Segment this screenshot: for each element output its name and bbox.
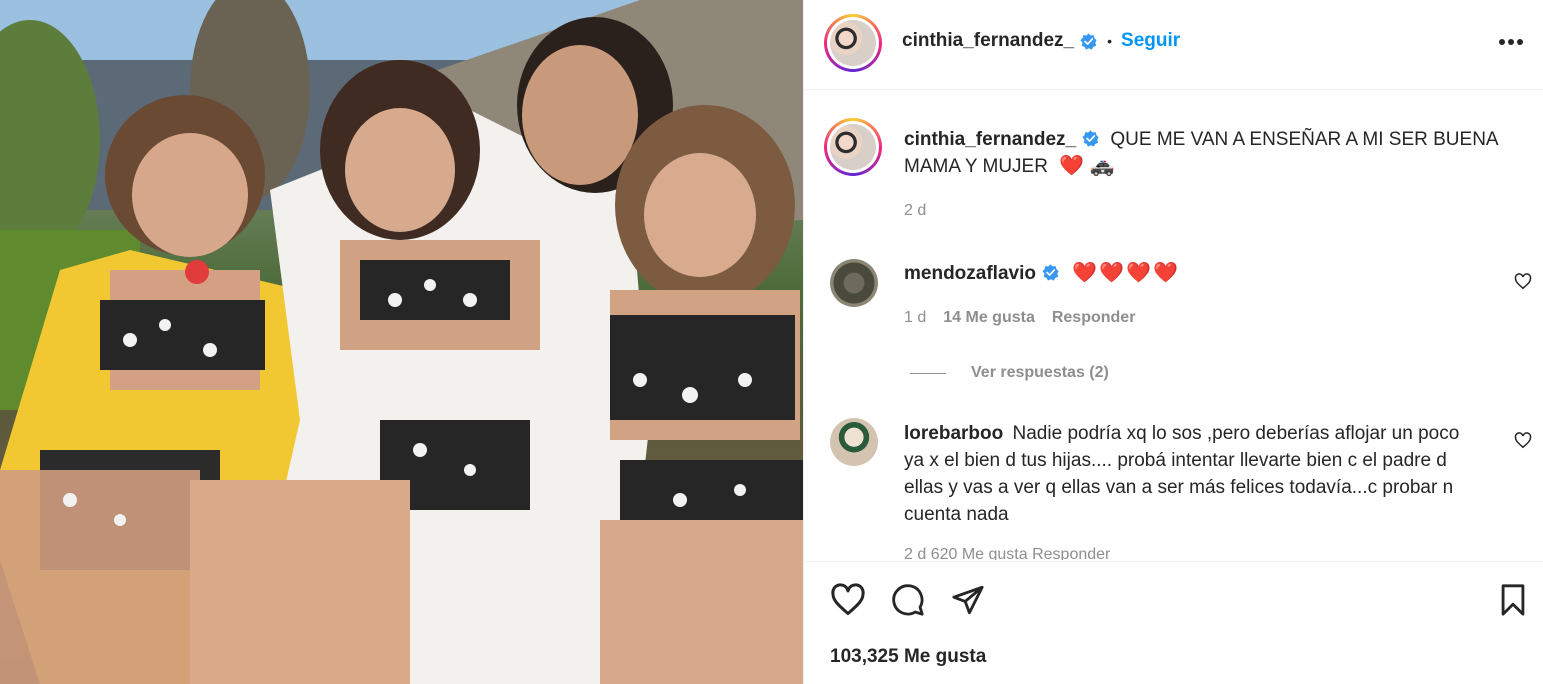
heart-icon[interactable]	[830, 583, 866, 617]
post-side-panel: cinthia_fernandez_ • Seguir cinthia_fern…	[803, 0, 1543, 684]
comment-meta-partial: 2 d 620 Me gusta Responder	[904, 546, 1111, 560]
like-count[interactable]: 103,325 Me gusta	[830, 646, 986, 668]
dot-separator: •	[1107, 33, 1113, 49]
comment-like-icon[interactable]	[1514, 432, 1532, 449]
author-username[interactable]: cinthia_fernandez_	[902, 30, 1074, 52]
caption-username[interactable]: cinthia_fernandez_	[904, 129, 1076, 150]
view-replies-label[interactable]: Ver respuestas (2)	[971, 364, 1109, 382]
header-divider	[804, 89, 1543, 90]
follow-button[interactable]: Seguir	[1121, 30, 1180, 52]
comment-meta: 1 d 14 Me gusta Responder	[904, 309, 1464, 327]
reply-button[interactable]: Responder	[1052, 309, 1136, 327]
caption-emojis: ❤️ 🚓	[1059, 155, 1115, 177]
actions-divider	[804, 561, 1543, 562]
comment-2: lorebarboo Nadie podría xq lo sos ,pero …	[904, 420, 1464, 560]
comment-1: mendozaflavio ❤️❤️❤️❤️ 1 d 14 Me gusta R…	[904, 260, 1464, 327]
post-photo[interactable]	[0, 0, 803, 684]
caption-time[interactable]: 2 d	[904, 202, 926, 220]
caption-avatar[interactable]	[824, 118, 882, 176]
comment-like-icon[interactable]	[1514, 273, 1532, 290]
comment-time[interactable]: 1 d	[904, 309, 926, 327]
author-avatar[interactable]	[824, 14, 882, 72]
verified-badge-icon	[1082, 130, 1099, 147]
comment-icon[interactable]	[890, 583, 926, 617]
comment-avatar[interactable]	[830, 259, 878, 307]
verified-badge-icon	[1042, 264, 1059, 281]
comment-likes[interactable]: 14 Me gusta	[943, 309, 1035, 327]
post-header: cinthia_fernandez_ • Seguir	[902, 30, 1180, 52]
replies-line	[910, 372, 946, 374]
bookmark-icon[interactable]	[1498, 583, 1528, 617]
view-replies[interactable]: Ver respuestas (2)	[910, 364, 1109, 382]
comment-text: ❤️❤️❤️❤️	[1072, 262, 1180, 284]
comment-avatar[interactable]	[830, 418, 878, 466]
verified-badge-icon	[1080, 32, 1097, 50]
caption: cinthia_fernandez_ QUE ME VAN A ENSEÑAR …	[904, 126, 1524, 219]
photo-illustration	[0, 0, 803, 684]
more-options-icon[interactable]	[1498, 38, 1524, 46]
share-icon[interactable]	[950, 583, 986, 617]
comment-username[interactable]: lorebarboo	[904, 423, 1003, 444]
comment-username[interactable]: mendozaflavio	[904, 263, 1036, 284]
